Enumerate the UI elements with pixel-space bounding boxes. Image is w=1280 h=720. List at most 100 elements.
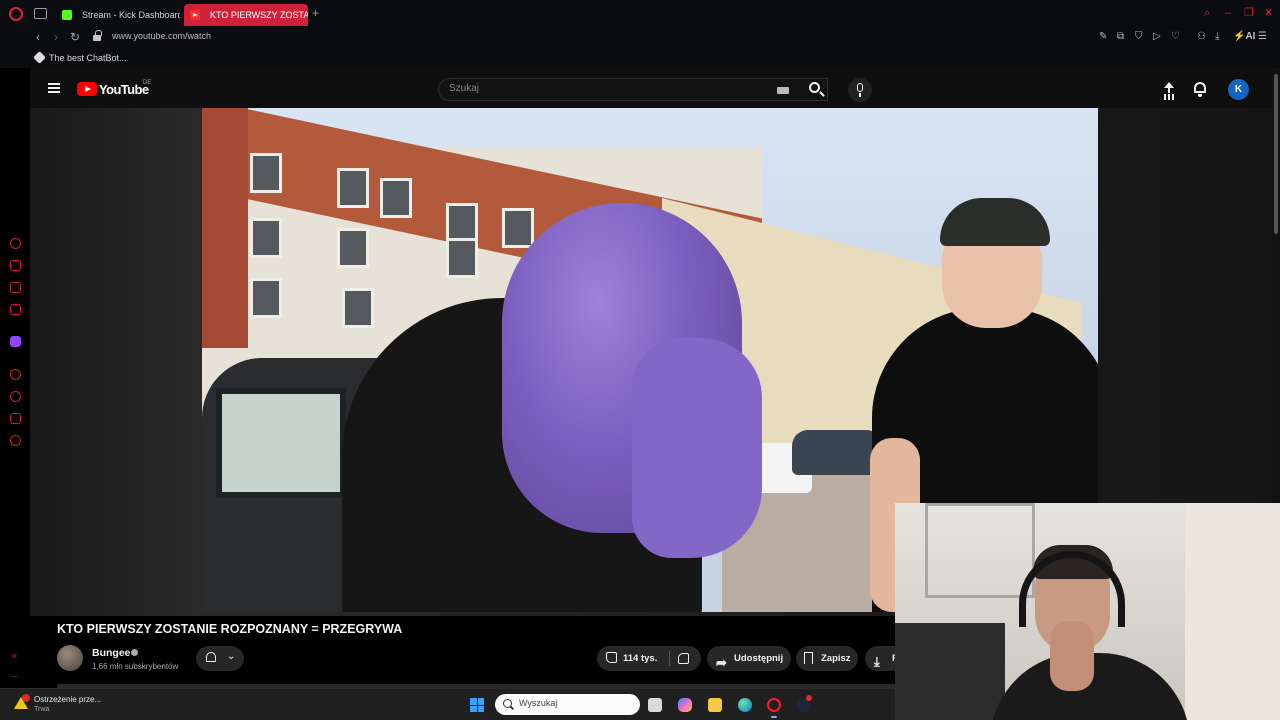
notification-badge	[22, 694, 30, 702]
bookmark-icon	[804, 652, 813, 664]
sidebar-clock-icon[interactable]	[10, 391, 21, 402]
verified-icon	[131, 649, 138, 656]
youtube-wordmark[interactable]: YouTube	[99, 82, 149, 97]
bookmarks-bar: The best ChatBot...	[0, 48, 1280, 68]
close-icon[interactable]: ✕	[1264, 7, 1273, 19]
forward-icon[interactable]: ›	[54, 30, 58, 44]
video-frame-van-window	[216, 388, 346, 498]
thumbs-down-icon[interactable]	[678, 653, 689, 664]
search-input[interactable]	[449, 83, 769, 94]
share-button[interactable]: ➦ Udostępnij	[707, 646, 791, 671]
download-icon: ⤓	[874, 654, 880, 669]
maximize-icon[interactable]: ❐	[1244, 7, 1254, 19]
search-button[interactable]	[800, 78, 833, 101]
subscription-notifications-button[interactable]: ⌄	[196, 646, 244, 671]
heart-icon[interactable]: ♡	[1171, 31, 1180, 43]
bookmark-chatbot[interactable]: The best ChatBot...	[49, 53, 127, 63]
edge-icon[interactable]	[738, 698, 752, 712]
video-frame-window	[250, 278, 282, 318]
account-avatar[interactable]: K	[1228, 79, 1249, 100]
video-frame-window	[502, 208, 534, 248]
sidebar-messenger-icon[interactable]	[10, 304, 21, 315]
sidebar-settings-icon[interactable]	[10, 435, 21, 446]
subscriber-count: 1,66 mln subskrybentów	[92, 662, 179, 671]
notification-subtitle: Trwa	[34, 706, 50, 713]
address-bar: ‹ › ↻ www.youtube.com/watch ✎ ⧉ ⛉ ▷ ♡ ⚇ …	[0, 28, 1280, 48]
kick-favicon-icon	[62, 10, 72, 20]
browser-tab-bar: Stream - Kick Dashboard KTO PIERWSZY ZOS…	[0, 0, 1280, 28]
opera-menu-icon[interactable]	[9, 7, 23, 21]
video-frame-window	[250, 153, 282, 193]
bell-icon	[206, 652, 216, 662]
snapshot-icon[interactable]: ⧉	[1117, 31, 1124, 43]
menu-icon[interactable]	[48, 83, 60, 93]
search-tabs-icon[interactable]: ⌕	[1204, 7, 1210, 19]
video-frame-purple-wig	[632, 338, 762, 558]
tab-switcher-icon[interactable]	[34, 8, 47, 19]
youtube-logo-icon[interactable]	[77, 82, 97, 96]
copilot-icon[interactable]	[678, 698, 692, 712]
video-title: KTO PIERWSZY ZOSTANIE ROZPOZNANY = PRZEG…	[57, 622, 403, 636]
file-explorer-icon[interactable]	[708, 698, 722, 712]
sidebar-pinboard-icon[interactable]	[10, 413, 21, 424]
scrollbar-thumb[interactable]	[1274, 74, 1278, 234]
windows-start-icon[interactable]	[470, 698, 484, 712]
channel-name[interactable]: Bungee	[92, 647, 131, 659]
voice-search-button[interactable]	[848, 78, 872, 102]
keyboard-icon[interactable]	[777, 87, 789, 94]
webcam-streamer-hand	[1050, 621, 1094, 691]
download-icon[interactable]: ⤓	[1215, 31, 1219, 43]
video-frame-window	[446, 238, 478, 278]
new-tab-icon[interactable]: +	[312, 7, 319, 19]
notifications-icon[interactable]	[1194, 82, 1206, 97]
sidebar-extension-icon[interactable]	[10, 260, 21, 271]
divider	[669, 651, 670, 666]
app-notification-badge	[806, 695, 812, 701]
url-field[interactable]: www.youtube.com/watch	[112, 31, 211, 41]
create-upload-icon[interactable]	[1163, 82, 1175, 96]
chevron-down-icon: ⌄	[227, 651, 236, 662]
share-icon: ➦	[716, 655, 727, 670]
webcam-computer	[895, 623, 1005, 720]
chatbot-bookmark-icon	[33, 51, 46, 64]
reload-icon[interactable]: ↻	[70, 30, 80, 44]
thumbs-up-icon[interactable]	[606, 652, 617, 663]
aria-ai-button[interactable]: ⚡AI	[1233, 31, 1255, 43]
opera-sidebar: ✕ ⋯	[0, 68, 30, 688]
taskbar-search[interactable]: Wyszukaj	[495, 694, 640, 715]
sidebar-player-icon[interactable]	[10, 369, 21, 380]
notification-title[interactable]: Ostrzeżenie prze...	[34, 695, 101, 704]
video-frame-car	[792, 430, 882, 475]
pin-icon[interactable]: ✎	[1099, 31, 1107, 43]
channel-avatar[interactable]	[57, 645, 83, 671]
sidebar-twitch-icon[interactable]	[10, 336, 21, 347]
profile-icon[interactable]: ⚇	[1197, 31, 1206, 43]
tab-label: KTO PIERWSZY ZOSTA	[210, 10, 308, 20]
shield-icon[interactable]: ⛉	[1135, 31, 1143, 43]
search-icon	[503, 699, 512, 708]
video-frame-window	[337, 168, 369, 208]
file-manager-icon[interactable]	[648, 698, 662, 712]
video-frame-wall	[202, 108, 248, 348]
webcam-curtain	[1185, 503, 1280, 720]
sidebar-more-icon[interactable]: ⋯	[11, 672, 19, 681]
opera-gx-icon[interactable]	[767, 698, 781, 712]
easy-setup-icon[interactable]: ☰	[1258, 31, 1267, 43]
like-dislike-group: 114 tys.	[597, 646, 701, 671]
youtube-favicon-icon	[190, 10, 200, 20]
save-button[interactable]: Zapisz	[796, 646, 858, 671]
tab-youtube-video[interactable]: KTO PIERWSZY ZOSTA	[184, 4, 308, 26]
webcam-overlay	[895, 503, 1280, 720]
like-count[interactable]: 114 tys.	[623, 646, 657, 671]
sidebar-news-icon[interactable]	[10, 282, 21, 293]
sidebar-gx-icon[interactable]: ✕	[11, 652, 18, 661]
tab-kick-dashboard[interactable]: Stream - Kick Dashboard	[56, 4, 180, 26]
share-label: Udostępnij	[734, 653, 784, 664]
search-icon	[809, 82, 820, 93]
sidebar-history-icon[interactable]	[10, 238, 21, 249]
player-icon[interactable]: ▷	[1153, 31, 1161, 43]
minimize-icon[interactable]: –	[1225, 7, 1231, 19]
back-icon[interactable]: ‹	[36, 30, 40, 44]
video-frame-window	[446, 203, 478, 243]
taskbar-search-placeholder: Wyszukaj	[519, 698, 558, 708]
